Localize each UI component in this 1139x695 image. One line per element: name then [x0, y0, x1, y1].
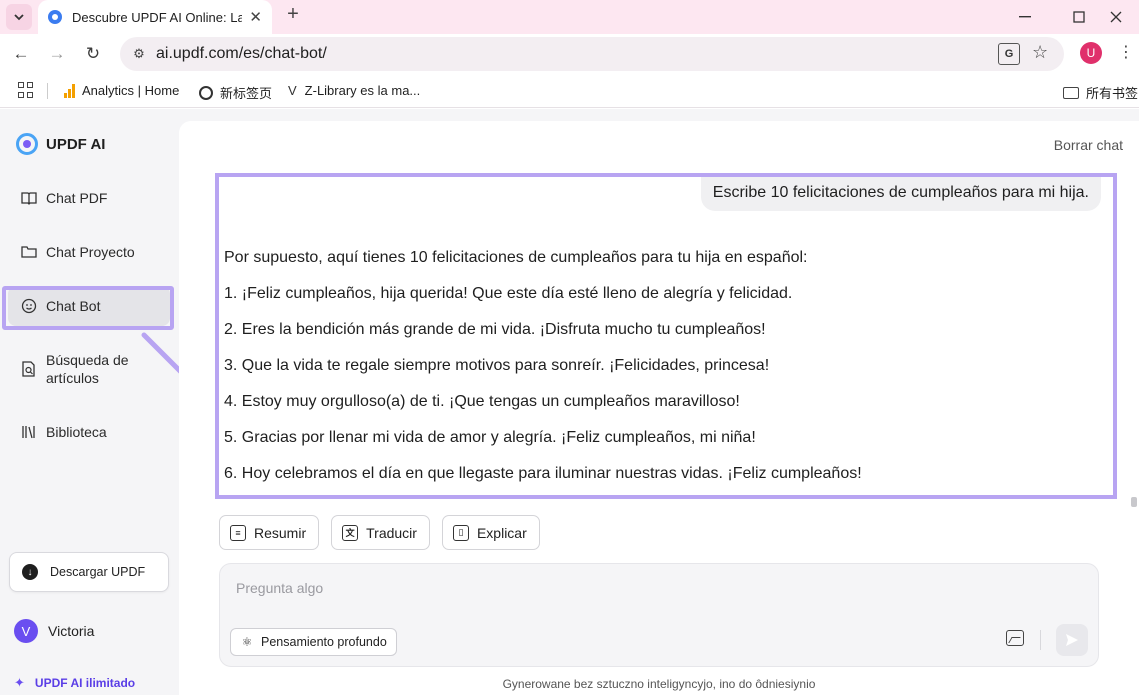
bookmarks-separator: [47, 83, 48, 99]
send-icon: [1066, 634, 1078, 646]
user-profile[interactable]: V Victoria: [14, 619, 94, 643]
summarize-button[interactable]: ≡ Resumir: [219, 515, 320, 550]
bookmark-label: Analytics | Home: [82, 83, 180, 98]
site-info-icon[interactable]: ⚙: [130, 45, 148, 63]
sidebar-item-biblioteca[interactable]: Biblioteca: [8, 412, 170, 452]
assistant-reply: Por supuesto, aquí tienes 10 felicitacio…: [224, 249, 1104, 495]
browser-tab-bar: Descubre UPDF AI Online: La ✕ +: [0, 0, 1139, 34]
summarize-icon: ≡: [230, 524, 246, 541]
bookmarks-bar: Analytics | Home 新标签页 V Z-Library es la …: [0, 74, 1139, 108]
chat-messages: Escribe 10 felicitaciones de cumpleaños …: [215, 173, 1117, 499]
avatar: V: [14, 619, 38, 643]
browser-toolbar: ← → ↻ ⚙ ai.updf.com/es/chat-bot/ G ☆ U ⋮: [0, 34, 1139, 74]
url-text[interactable]: ai.updf.com/es/chat-bot/: [156, 45, 327, 63]
all-bookmarks[interactable]: 所有书签: [1063, 83, 1138, 102]
download-label: Descargar UPDF: [50, 565, 146, 579]
deep-think-toggle[interactable]: ⚛ Pensamiento profundo: [230, 628, 397, 656]
folder-chat-icon: [20, 244, 37, 261]
profile-avatar[interactable]: U: [1080, 42, 1102, 64]
bookmark-new-tab[interactable]: 新标签页: [199, 83, 272, 102]
logo-text: UPDF AI: [46, 135, 106, 153]
reply-line: 2. Eres la bendición más grande de mi vi…: [224, 321, 766, 338]
send-button[interactable]: [1056, 624, 1088, 656]
tab-title: Descubre UPDF AI Online: La: [72, 9, 242, 25]
reply-line: Por supuesto, aquí tienes 10 felicitacio…: [224, 249, 808, 266]
action-label: Resumir: [254, 524, 307, 541]
reply-line: 1. ¡Feliz cumpleaños, hija querida! Que …: [224, 285, 793, 302]
all-bookmarks-label: 所有书签: [1086, 86, 1139, 101]
updf-favicon-icon: [48, 10, 62, 24]
document-search-icon: [20, 361, 37, 378]
sidebar-item-chat-proyecto[interactable]: Chat Proyecto: [8, 232, 170, 272]
analytics-icon: [64, 83, 75, 98]
bookmark-label: 新标签页: [220, 86, 273, 101]
download-icon: ↓: [22, 564, 38, 580]
translate-icon: 文: [342, 524, 359, 541]
action-label: Explicar: [476, 524, 527, 541]
explain-button[interactable]: ▯ Explicar: [441, 515, 540, 550]
reply-line: 4. Estoy muy orgulloso(a) de ti. ¡Que te…: [224, 393, 740, 410]
sparkle-icon: ✦: [14, 675, 25, 690]
new-tab-button[interactable]: +: [282, 3, 304, 26]
download-updf-button[interactable]: ↓ Descargar UPDF: [9, 552, 169, 592]
bookmark-star-icon[interactable]: ☆: [1032, 42, 1048, 63]
translate-button[interactable]: 文 Traducir: [331, 515, 430, 550]
apps-grid-icon[interactable]: [18, 82, 34, 98]
chat-panel: Borrar chat Escribe 10 felicitaciones de…: [179, 121, 1139, 695]
sidebar-item-label: Chat PDF: [46, 190, 108, 206]
maximize-icon: [1073, 11, 1085, 23]
atom-icon: ⚛: [241, 635, 253, 649]
sidebar-item-label: Búsqueda de artículos: [46, 352, 129, 386]
close-window-icon: [1110, 11, 1122, 23]
bookmark-zlibrary[interactable]: V Z-Library es la ma...: [288, 83, 420, 98]
user-message: Escribe 10 felicitaciones de cumpleaños …: [700, 177, 1101, 211]
chat-input[interactable]: [236, 580, 996, 596]
scrollbar-thumb[interactable]: [1131, 497, 1137, 507]
minimize-button[interactable]: [1002, 0, 1048, 34]
minimize-icon: [1019, 16, 1031, 18]
unlimited-label: UPDF AI ilimitado: [34, 676, 136, 690]
clear-chat-button[interactable]: Borrar chat: [1054, 137, 1123, 153]
zlibrary-icon: V: [288, 83, 297, 98]
bookmark-label: Z-Library es la ma...: [304, 83, 421, 98]
translate-icon[interactable]: G: [998, 43, 1020, 65]
reply-line: 5. Gracias por llenar mi vida de amor y …: [224, 429, 756, 446]
composer-separator: [1040, 630, 1041, 650]
sidebar-item-label: Chat Proyecto: [46, 244, 135, 260]
updf-logo-icon: [16, 133, 38, 155]
forward-icon[interactable]: →: [45, 42, 69, 66]
image-upload-icon[interactable]: [1006, 630, 1024, 646]
back-icon[interactable]: ←: [9, 42, 33, 66]
user-name: Victoria: [48, 623, 95, 639]
explain-icon: ▯: [452, 524, 469, 541]
updf-ai-unlimited-link[interactable]: ✦ UPDF AI ilimitado: [14, 675, 135, 691]
globe-icon: [199, 85, 213, 100]
disclaimer-text: Gynerowane bez sztuczno inteligyncyjo, i…: [502, 677, 816, 691]
updf-logo[interactable]: UPDF AI: [16, 133, 105, 155]
reload-icon[interactable]: ↻: [81, 42, 105, 66]
close-window-button[interactable]: [1093, 0, 1139, 34]
sidebar-item-busqueda[interactable]: Búsqueda de artículos: [8, 345, 170, 393]
sidebar-item-label: Biblioteca: [46, 424, 107, 440]
sidebar-item-chat-pdf[interactable]: Chat PDF: [8, 178, 170, 218]
reply-line: 3. Que la vida te regale siempre motivos…: [224, 357, 770, 374]
message-composer: ⚛ Pensamiento profundo: [219, 563, 1099, 667]
highlight-box-sidebar: [2, 286, 174, 330]
address-bar[interactable]: ⚙ ai.updf.com/es/chat-bot/ G ☆: [120, 37, 1064, 71]
browser-tab[interactable]: Descubre UPDF AI Online: La ✕: [38, 0, 272, 34]
tab-search-button[interactable]: [6, 4, 32, 30]
bookmark-analytics[interactable]: Analytics | Home: [64, 83, 179, 98]
library-icon: [20, 424, 37, 441]
deep-think-label: Pensamiento profundo: [261, 635, 387, 649]
sidebar: UPDF AI Chat PDF Chat Proyecto Chat Bot: [0, 109, 212, 695]
action-label: Traducir: [366, 524, 417, 541]
action-buttons: ≡ Resumir 文 Traducir ▯ Explicar: [219, 515, 540, 550]
chevron-down-icon: [14, 14, 24, 21]
folder-icon: [1063, 86, 1079, 99]
close-icon[interactable]: ✕: [249, 8, 262, 26]
book-open-icon: [20, 190, 37, 207]
browser-menu-icon[interactable]: ⋮: [1118, 42, 1134, 62]
updf-page: UPDF AI Chat PDF Chat Proyecto Chat Bot: [0, 109, 1139, 695]
reply-line: 6. Hoy celebramos el día en que llegaste…: [224, 465, 862, 482]
